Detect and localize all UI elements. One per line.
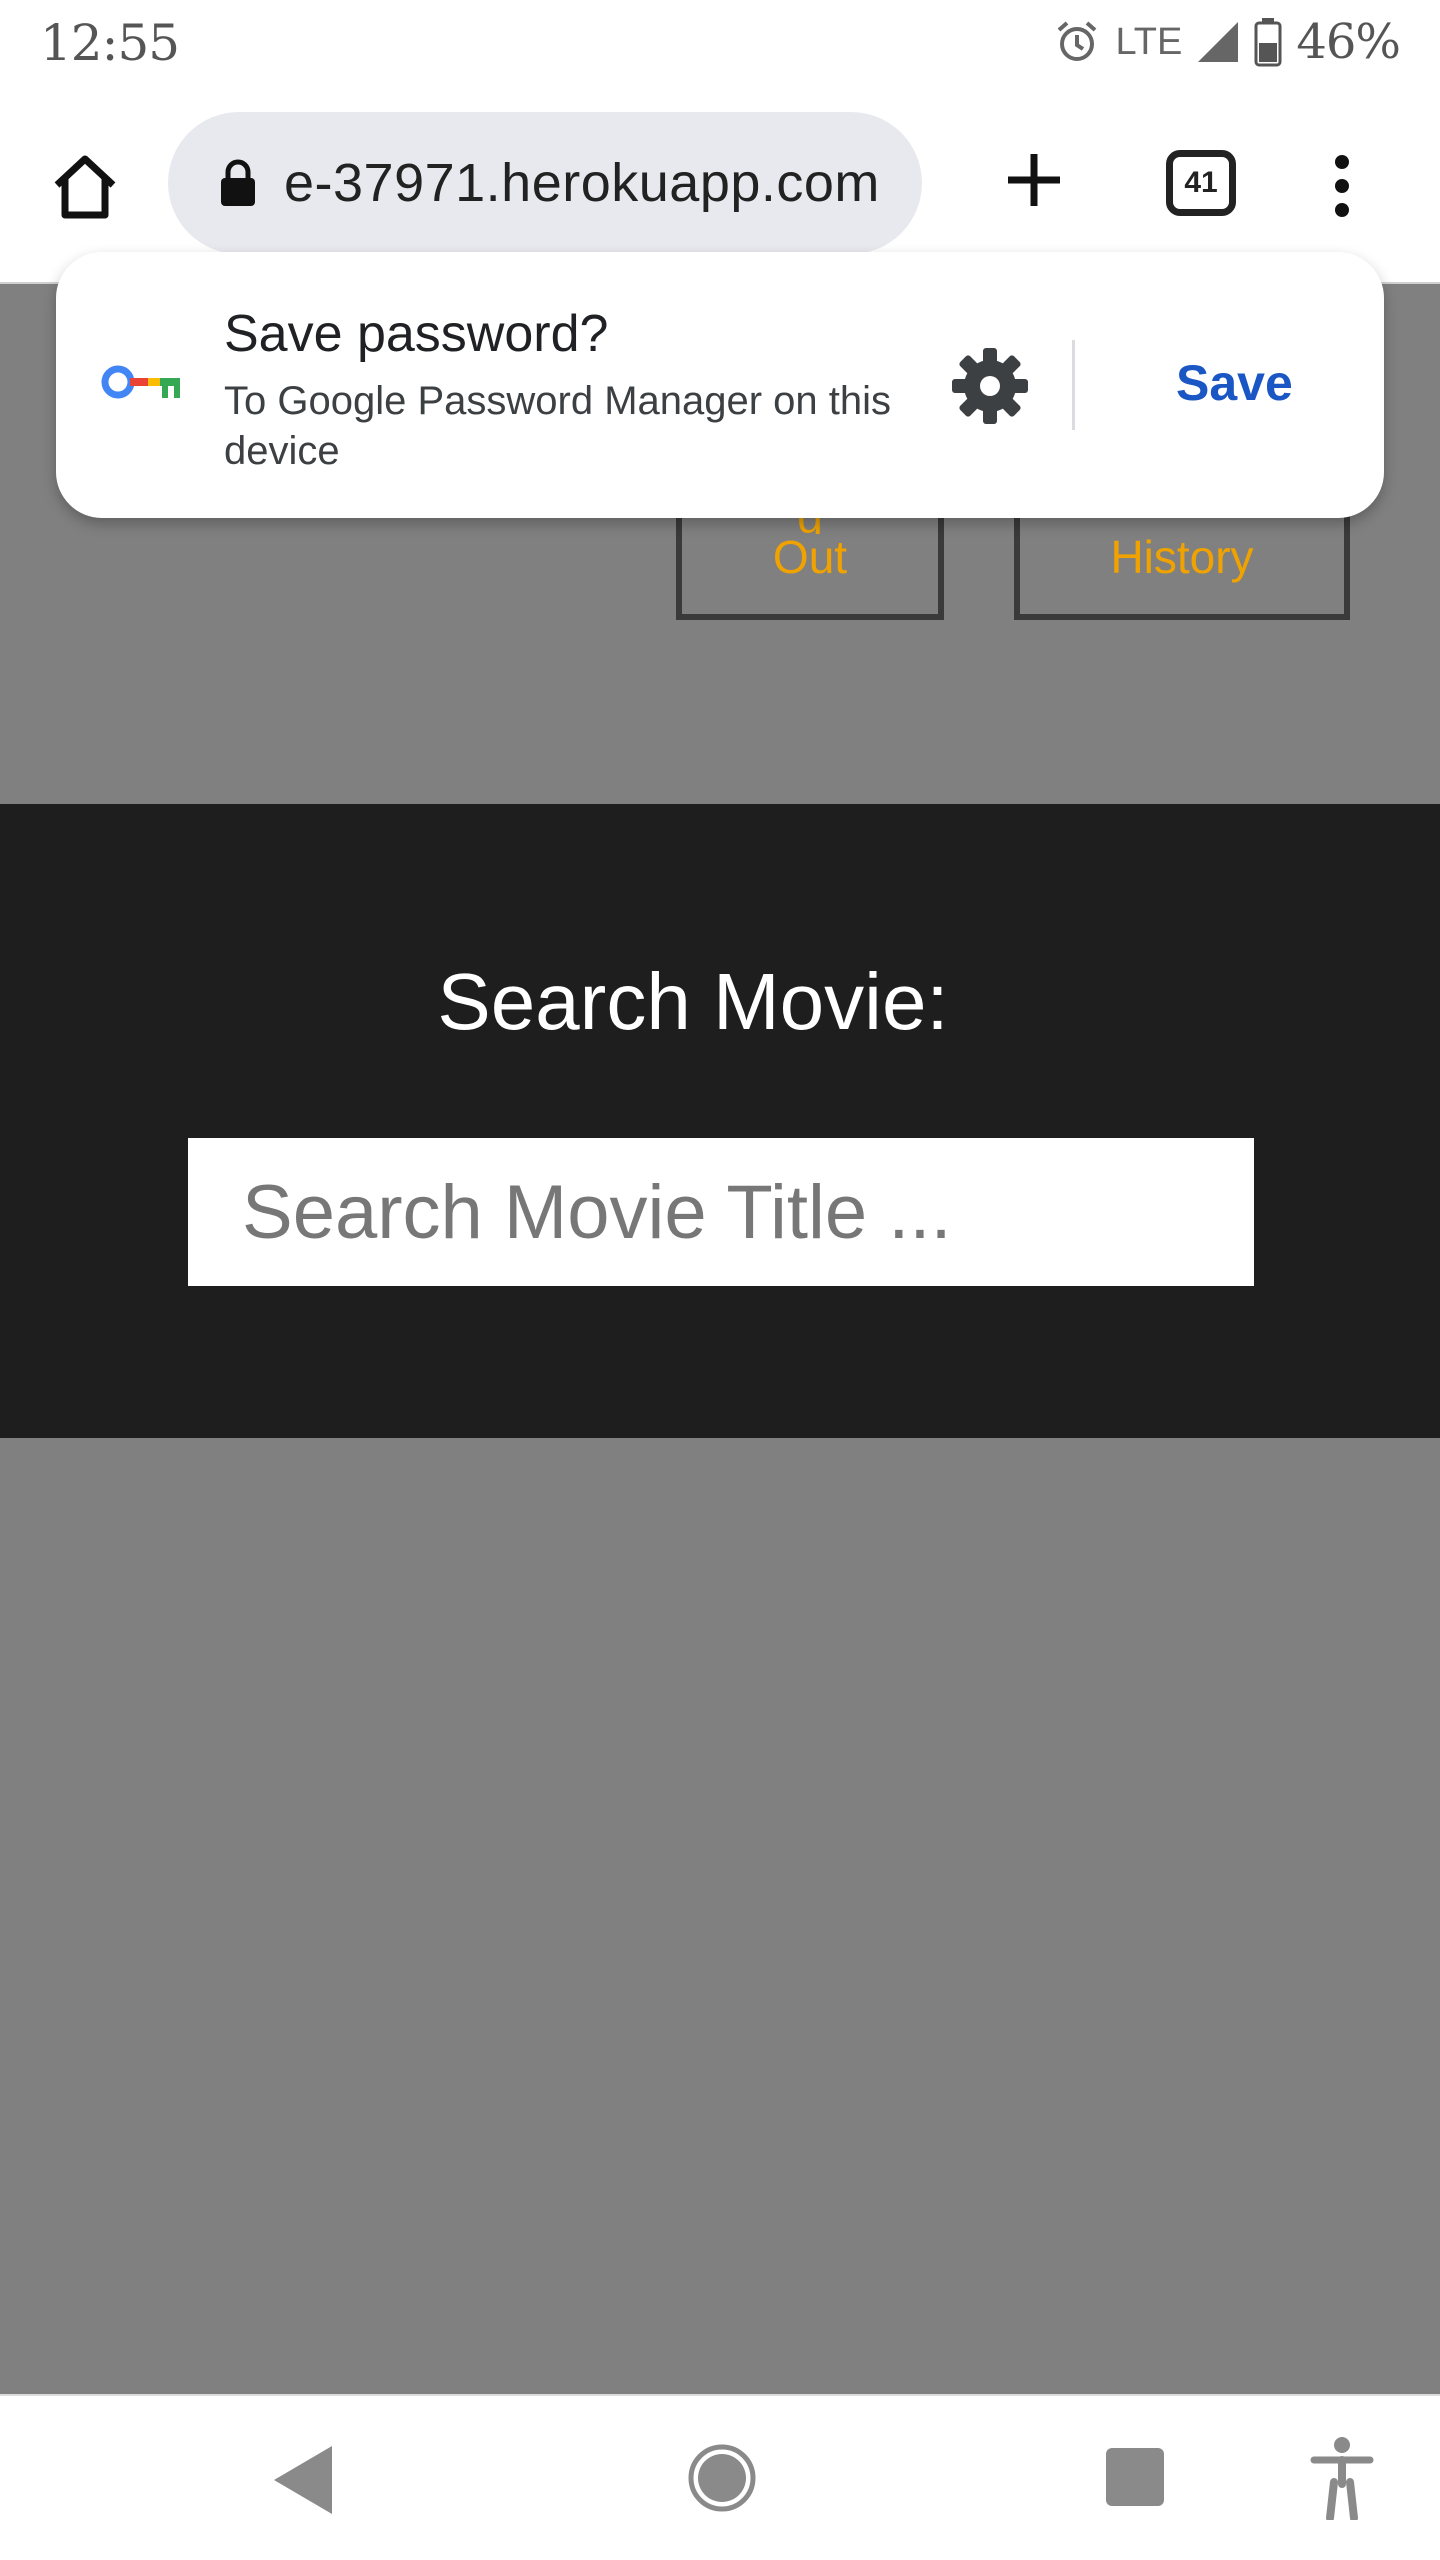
tab-count: 41	[1184, 166, 1218, 199]
signal-icon	[1198, 22, 1239, 62]
system-nav-bar	[0, 2394, 1440, 2560]
history-button[interactable]: History	[1014, 500, 1350, 620]
prompt-divider	[1072, 340, 1075, 430]
search-input[interactable]	[188, 1138, 1254, 1286]
plus-icon	[1008, 154, 1060, 206]
status-icons: LTE 46%	[1053, 12, 1401, 72]
lock-icon	[221, 159, 255, 206]
page-body	[0, 1438, 1440, 2394]
more-vert-icon	[1335, 155, 1349, 217]
more-options-button[interactable]	[1316, 140, 1368, 232]
home-icon	[54, 155, 116, 219]
tab-switcher-button[interactable]: 41	[1166, 150, 1236, 216]
screen: 12:55 LTE 46% e-37971.herokuapp.com 41 O…	[0, 0, 1440, 2560]
address-bar[interactable]: e-37971.herokuapp.com	[168, 112, 922, 254]
home-circle-icon[interactable]	[686, 2442, 758, 2514]
prompt-title: Save password?	[224, 305, 609, 363]
accessibility-icon[interactable]	[1310, 2436, 1374, 2520]
battery-level: 46%	[1296, 14, 1401, 70]
status-bar: 12:55 LTE 46%	[0, 0, 1440, 88]
url-text: e-37971.herokuapp.com	[284, 153, 880, 213]
back-icon[interactable]	[268, 2442, 340, 2518]
recents-icon[interactable]	[1106, 2448, 1164, 2506]
home-button[interactable]	[40, 142, 130, 232]
alarm-icon	[1058, 21, 1097, 61]
battery-icon	[1254, 18, 1282, 67]
logout-label: Out	[772, 531, 848, 583]
search-title: Search Movie:	[437, 957, 949, 1046]
logout-button[interactable]: g Out	[676, 500, 944, 620]
save-password-prompt: Save password? To Google Password Manage…	[56, 252, 1384, 518]
key-icon	[101, 365, 180, 399]
save-button[interactable]: Save	[1176, 354, 1293, 412]
history-label: History	[1110, 531, 1254, 583]
network-type: LTE	[1115, 20, 1183, 63]
prompt-subtitle: To Google Password Manager on this devic…	[224, 379, 892, 473]
status-time: 12:55	[40, 14, 180, 72]
settings-gear-icon[interactable]	[950, 346, 1030, 426]
search-section: Search Movie:	[0, 804, 1440, 1438]
new-tab-button[interactable]	[992, 138, 1076, 222]
